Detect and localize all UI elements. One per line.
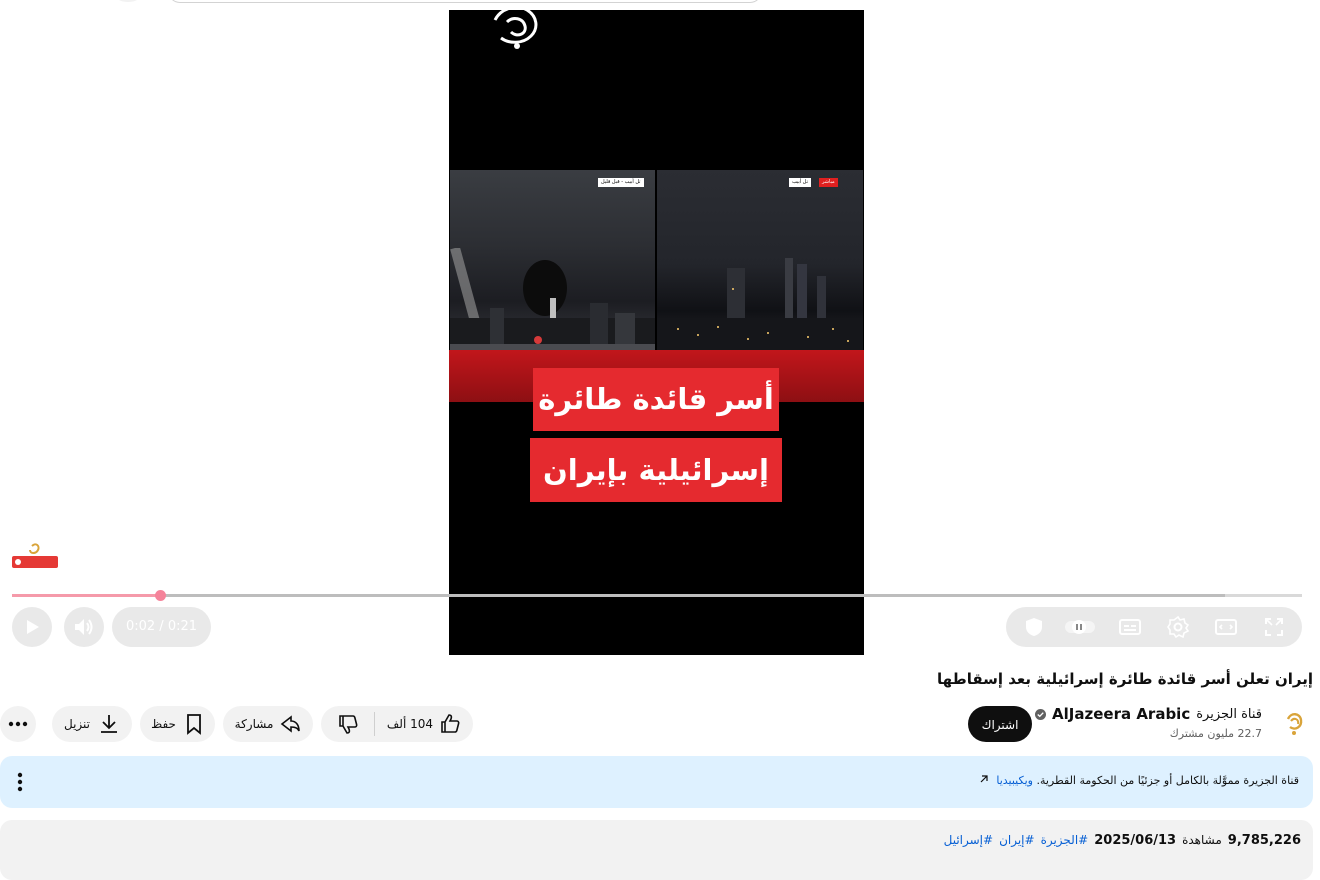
time-display: 0:02 / 0:21 — [112, 607, 211, 647]
channel-name[interactable]: قناة الجزيرة AlJazeera Arabic — [1035, 705, 1262, 723]
subtitles-icon — [1119, 619, 1141, 635]
download-button[interactable]: تنزيل — [52, 706, 132, 742]
more-vertical-icon — [17, 772, 23, 792]
subscriber-count: 22.7 مليون مشترك — [1169, 727, 1262, 740]
theater-mode-button[interactable] — [1214, 615, 1238, 639]
search-bar-remnant[interactable] — [168, 0, 762, 3]
verified-check-icon — [1035, 708, 1047, 720]
subtitles-button[interactable] — [1118, 615, 1142, 639]
funding-notice: قناة الجزيرة مموَّلة بالكامل أو جزئيًا م… — [1036, 774, 1299, 787]
channel-name-english[interactable]: AlJazeera Arabic — [1052, 705, 1190, 723]
live-tag: مباشر — [819, 178, 838, 187]
description-meta: 9,785,226 مشاهدة 2025/06/13 #الجزيرة #إي… — [944, 833, 1301, 848]
views-label: مشاهدة — [1182, 833, 1222, 847]
skyline-image-left — [450, 248, 655, 358]
view-count: 9,785,226 — [1227, 833, 1301, 848]
hashtag-israel[interactable]: #إسرائيل — [944, 833, 993, 847]
player-right-controls — [1006, 607, 1302, 647]
theater-mode-icon — [1215, 619, 1237, 635]
settings-button[interactable] — [1166, 615, 1190, 639]
like-divider — [373, 712, 375, 736]
location-tag-right: تل أبيب — [789, 178, 811, 187]
video-panel-right: مباشر تل أبيب — [657, 170, 863, 358]
thumbs-down-icon — [339, 715, 358, 734]
share-icon — [281, 715, 301, 733]
share-label: مشاركة — [234, 717, 274, 731]
play-button[interactable] — [12, 607, 52, 647]
upload-date: 2025/06/13 — [1094, 833, 1177, 848]
autoplay-pause-icon — [1065, 620, 1095, 634]
aljazeera-logo-icon — [493, 10, 538, 49]
share-button[interactable]: مشاركة — [223, 706, 313, 742]
like-count: 104 ألف — [386, 717, 433, 731]
hashtag-aljazeera[interactable]: #الجزيرة — [1041, 833, 1089, 847]
external-link-icon[interactable] — [979, 774, 989, 784]
shield-icon — [1026, 618, 1042, 636]
download-icon — [101, 715, 118, 733]
channel-watermark-icon[interactable] — [12, 542, 58, 570]
description-box[interactable]: 9,785,226 مشاهدة 2025/06/13 #الجزيرة #إي… — [0, 820, 1313, 880]
fullscreen-icon — [1265, 618, 1283, 636]
skyline-image-right — [657, 258, 863, 358]
channel-avatar[interactable] — [1278, 707, 1310, 739]
video-player[interactable]: تل أبيب - قبل قليل مباشر تل أبيب أسر قائ… — [449, 10, 864, 655]
progress-bar[interactable] — [12, 590, 1302, 601]
funding-info-panel: قناة الجزيرة مموَّلة بالكامل أو جزئيًا م… — [0, 756, 1313, 808]
volume-button[interactable] — [64, 607, 104, 647]
subscribe-button[interactable]: اشتراك — [968, 706, 1032, 742]
fullscreen-button[interactable] — [1262, 615, 1286, 639]
wikipedia-link[interactable]: ويكيبيديا — [996, 774, 1033, 787]
download-label: تنزيل — [64, 717, 91, 731]
video-panel-left: تل أبيب - قبل قليل — [450, 170, 655, 358]
info-more-button[interactable] — [12, 770, 28, 794]
save-label: حفظ — [151, 717, 176, 731]
video-title: إيران تعلن أسر قائدة طائرة إسرائيلية بعد… — [937, 670, 1313, 688]
progress-buffer — [12, 594, 1225, 597]
header-icon-remnant[interactable] — [115, 0, 141, 2]
play-icon — [27, 620, 39, 634]
thumbs-up-icon — [441, 714, 460, 733]
progress-scrubber-handle[interactable] — [154, 590, 166, 601]
more-actions-button[interactable] — [0, 706, 36, 742]
video-caption-line-2: إسرائيلية بإيران — [530, 438, 782, 502]
video-caption-line-1: أسر قائدة طائرة — [533, 368, 779, 431]
progress-played — [12, 594, 161, 597]
bookmark-icon — [187, 714, 201, 735]
save-button[interactable]: حفظ — [140, 706, 215, 742]
location-tag-left: تل أبيب - قبل قليل — [598, 178, 644, 187]
channel-name-arabic[interactable]: قناة الجزيرة — [1196, 707, 1262, 722]
volume-icon — [75, 619, 93, 635]
gear-icon — [1167, 615, 1190, 639]
shield-button[interactable] — [1022, 615, 1046, 639]
dislike-button[interactable] — [322, 706, 374, 742]
funding-info-text: قناة الجزيرة مموَّلة بالكامل أو جزئيًا م… — [979, 774, 1299, 787]
like-button[interactable]: 104 ألف — [375, 706, 473, 742]
hashtag-iran[interactable]: #إيران — [999, 833, 1035, 847]
autoplay-toggle[interactable] — [1062, 615, 1098, 639]
more-horizontal-icon — [8, 721, 28, 727]
like-dislike-group: 104 ألف — [321, 706, 473, 742]
